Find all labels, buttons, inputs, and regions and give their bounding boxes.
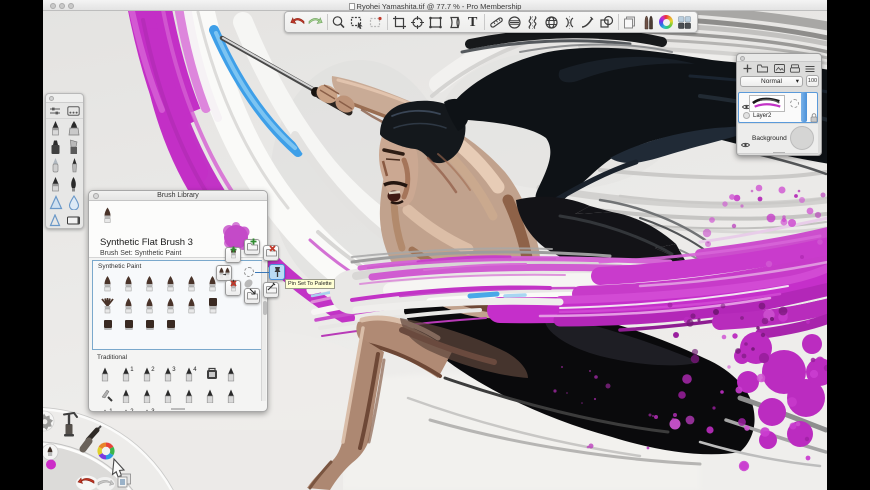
svg-text:2: 2 <box>130 409 134 412</box>
svg-text:3: 3 <box>172 367 176 373</box>
svg-text:1: 1 <box>109 409 113 412</box>
svg-text:4: 4 <box>193 367 197 373</box>
svg-text:1: 1 <box>130 367 134 373</box>
svg-text:3: 3 <box>151 409 155 412</box>
svg-text:2: 2 <box>151 367 155 373</box>
